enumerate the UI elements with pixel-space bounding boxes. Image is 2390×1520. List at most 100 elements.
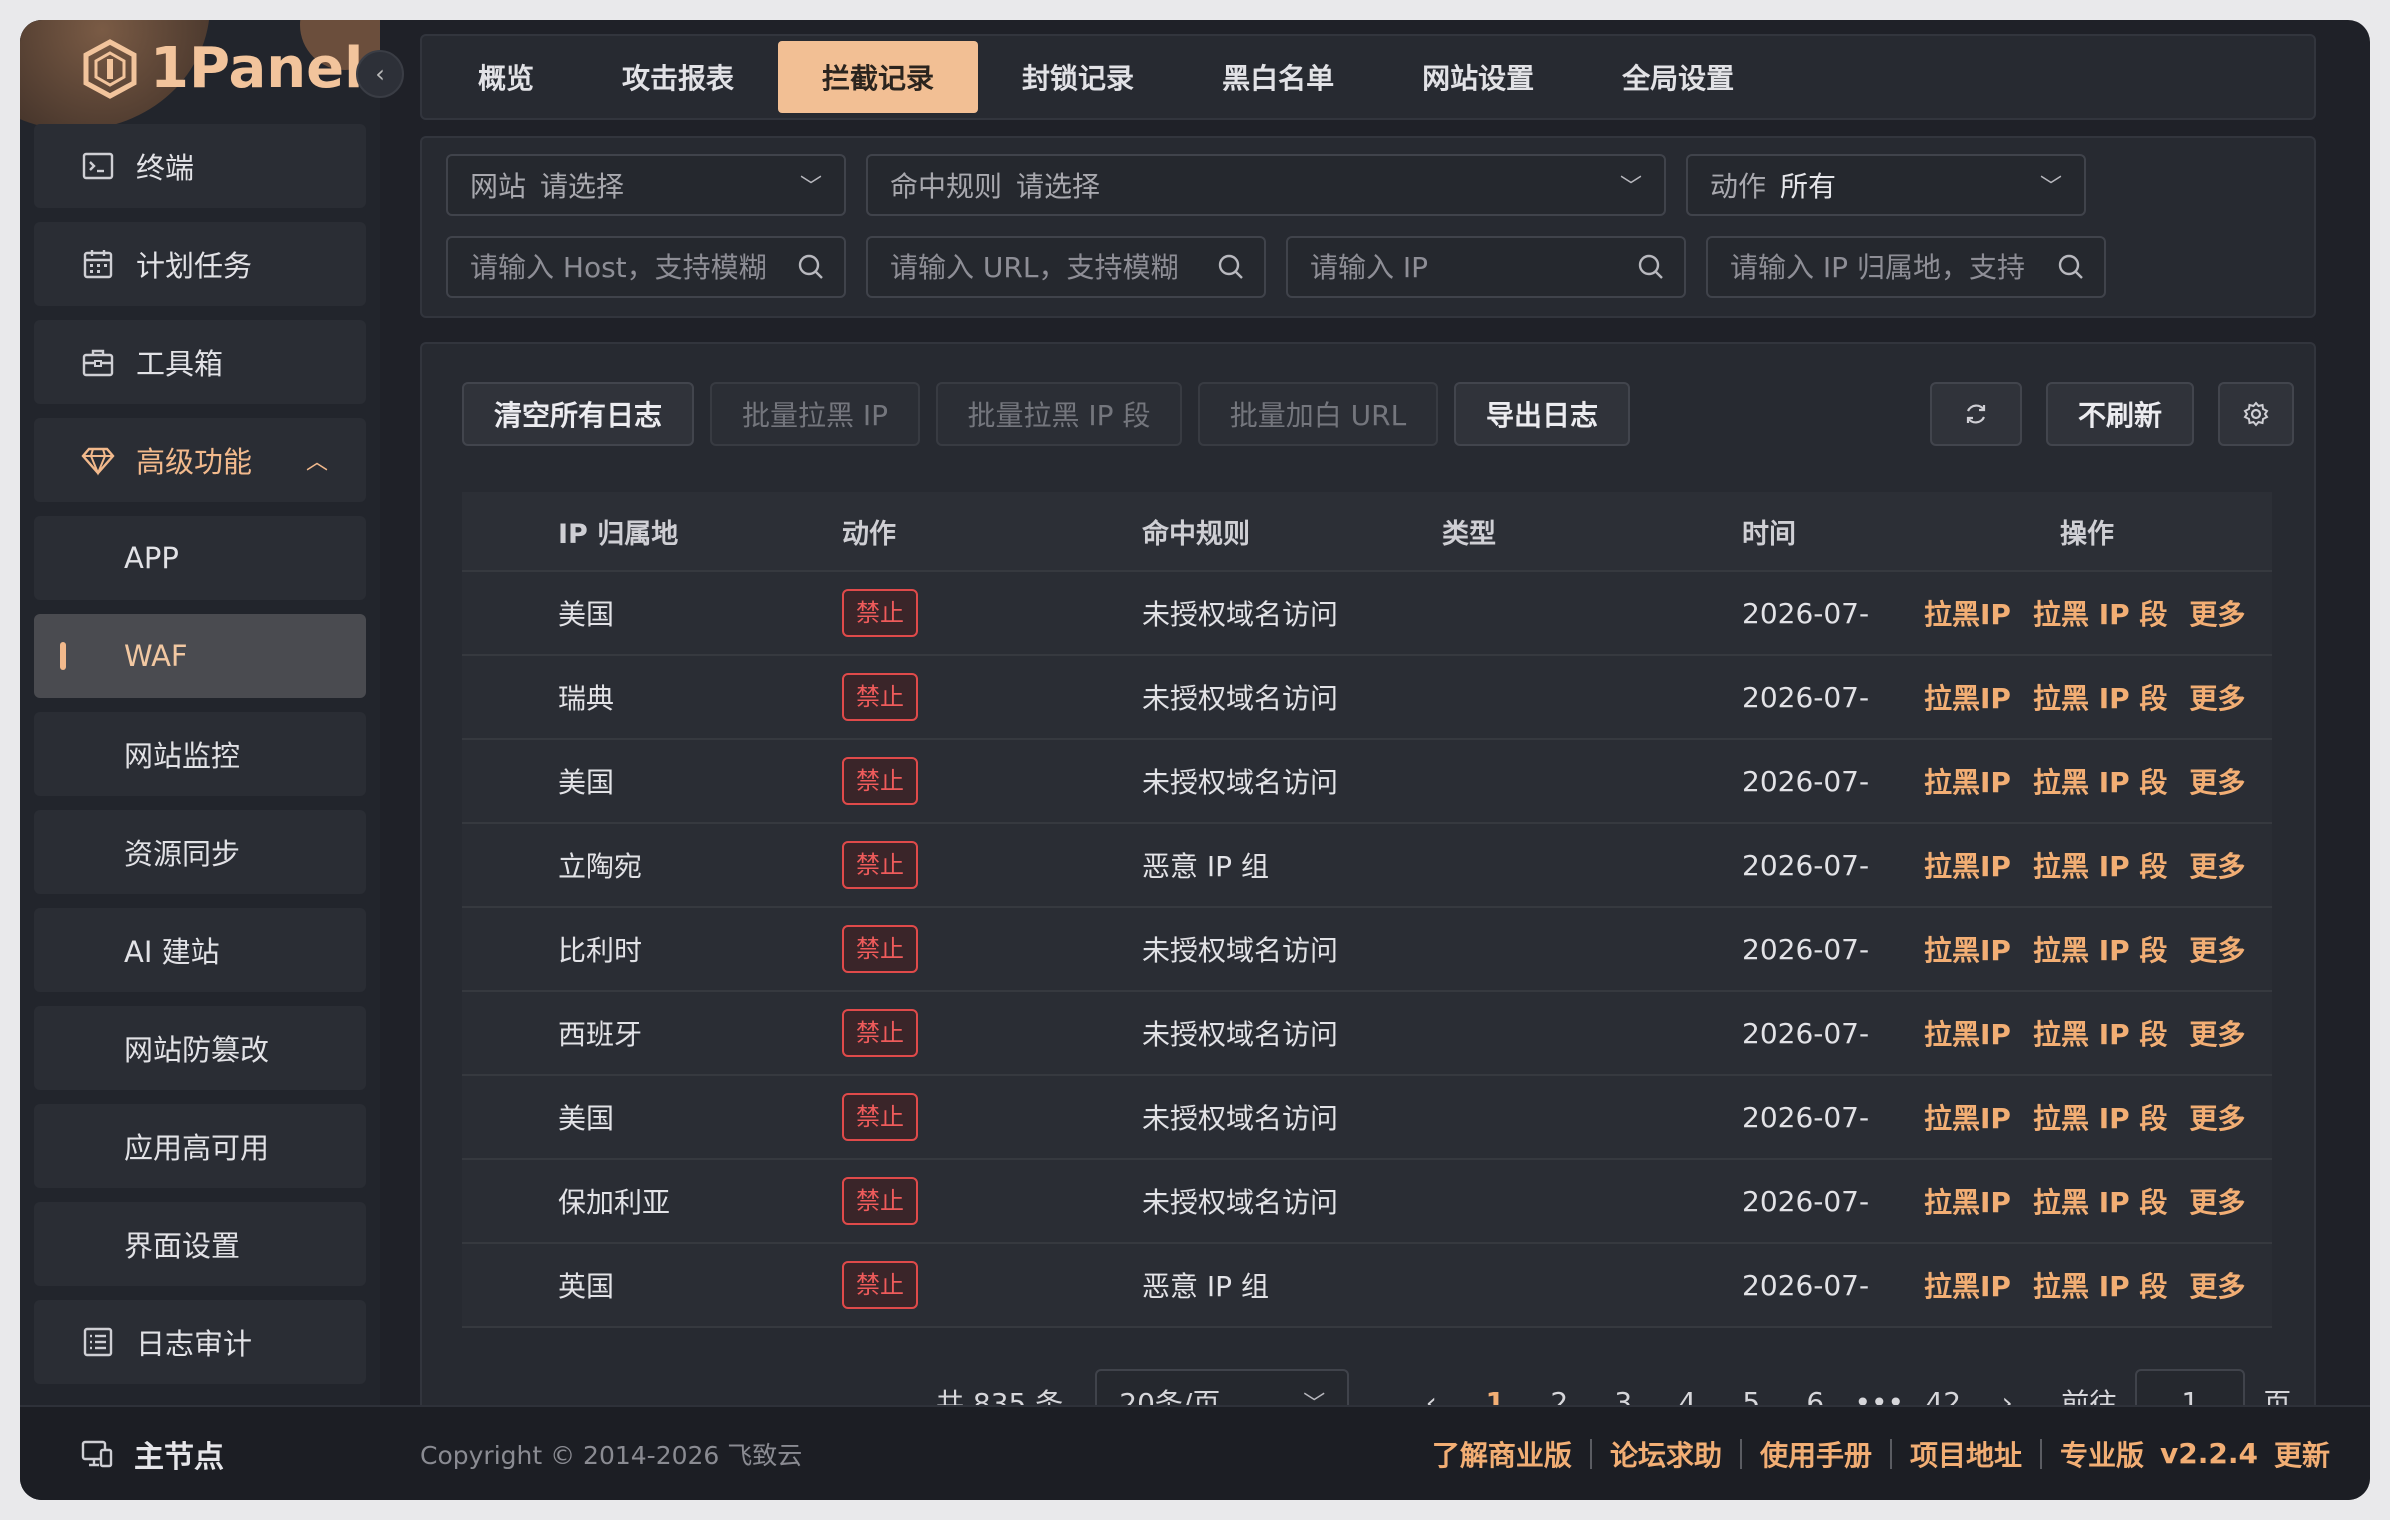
ip-search-input[interactable] [1310, 250, 1636, 284]
host-search-field[interactable] [446, 236, 846, 298]
sidebar-item-label: 界面设置 [124, 1229, 241, 1263]
tab-overview[interactable]: 概览 [434, 41, 578, 113]
ip-location-search-field[interactable] [1706, 236, 2106, 298]
tab-block-records[interactable]: 封锁记录 [978, 41, 1178, 113]
link-manual[interactable]: 使用手册 [1760, 1434, 1872, 1474]
block-ip-link[interactable]: 拉黑IP [1924, 1013, 2011, 1053]
clear-logs-button[interactable]: 清空所有日志 [462, 382, 694, 446]
sidebar-item-terminal[interactable]: 终端 [34, 124, 366, 208]
more-link[interactable]: 更多 [2189, 1181, 2245, 1221]
auto-refresh-select[interactable]: 不刷新 [2046, 382, 2194, 446]
column-header-operations: 操作 [2060, 518, 2114, 550]
rule-select[interactable]: 命中规则 请选择 ﹀ [866, 154, 1666, 216]
more-link[interactable]: 更多 [2189, 1265, 2245, 1305]
more-link[interactable]: 更多 [2189, 677, 2245, 717]
app-logo[interactable]: 1Panel [80, 36, 363, 101]
tab-global-settings[interactable]: 全局设置 [1578, 41, 1778, 113]
sidebar-item-label: 应用高可用 [124, 1131, 270, 1165]
block-ip-link[interactable]: 拉黑IP [1924, 1181, 2011, 1221]
block-ip-range-link[interactable]: 拉黑 IP 段 [2033, 845, 2167, 885]
sidebar-item-resource-sync[interactable]: 资源同步 [34, 810, 366, 894]
sidebar-item-website-monitor[interactable]: 网站监控 [34, 712, 366, 796]
search-icon[interactable] [1216, 252, 1246, 282]
sidebar-item-ai-site[interactable]: AI 建站 [34, 908, 366, 992]
chevron-up-icon: ︿ [305, 450, 328, 475]
update-link[interactable]: 更新 [2274, 1434, 2330, 1474]
url-search-field[interactable] [866, 236, 1266, 298]
column-header-time[interactable]: 时间 [1742, 512, 1902, 551]
node-switcher[interactable]: 主节点 [20, 1405, 380, 1500]
url-search-input[interactable] [890, 250, 1216, 284]
block-ip-range-link[interactable]: 拉黑 IP 段 [2033, 1265, 2167, 1305]
block-ip-range-link[interactable]: 拉黑 IP 段 [2033, 1097, 2167, 1137]
block-ip-link[interactable]: 拉黑IP [1924, 593, 2011, 633]
action-select[interactable]: 动作 所有 ﹀ [1686, 154, 2086, 216]
sidebar-item-cron[interactable]: 计划任务 [34, 222, 366, 306]
block-ip-range-link[interactable]: 拉黑 IP 段 [2033, 593, 2167, 633]
host-search-input[interactable] [470, 250, 796, 284]
column-header-rule[interactable]: 命中规则 [1142, 512, 1442, 551]
column-header-action[interactable]: 动作 [842, 512, 1142, 551]
refresh-button[interactable] [1930, 382, 2022, 446]
block-ip-link[interactable]: 拉黑IP [1924, 929, 2011, 969]
batch-block-ip-range-button[interactable]: 批量拉黑 IP 段 [936, 382, 1182, 446]
toolbox-icon [80, 344, 116, 380]
ip-search-field[interactable] [1286, 236, 1686, 298]
tab-website-settings[interactable]: 网站设置 [1378, 41, 1578, 113]
block-ip-range-link[interactable]: 拉黑 IP 段 [2033, 761, 2167, 801]
block-ip-range-link[interactable]: 拉黑 IP 段 [2033, 1181, 2167, 1221]
tab-blacklist-whitelist[interactable]: 黑白名单 [1178, 41, 1378, 113]
block-ip-range-link[interactable]: 拉黑 IP 段 [2033, 929, 2167, 969]
sidebar-item-tamper-protection[interactable]: 网站防篡改 [34, 1006, 366, 1090]
tab-intercept-records[interactable]: 拦截记录 [778, 41, 979, 113]
sidebar-item-log-audit[interactable]: 日志审计 [34, 1300, 366, 1384]
sidebar-item-toolbox[interactable]: 工具箱 [34, 320, 366, 404]
export-logs-button[interactable]: 导出日志 [1454, 382, 1630, 446]
block-ip-link[interactable]: 拉黑IP [1924, 761, 2011, 801]
more-link[interactable]: 更多 [2189, 845, 2245, 885]
website-select[interactable]: 网站 请选择 ﹀ [446, 154, 846, 216]
cell-operations: 拉黑IP 拉黑 IP 段更多 [1902, 761, 2272, 801]
more-link[interactable]: 更多 [2189, 593, 2245, 633]
more-link[interactable]: 更多 [2189, 1013, 2245, 1053]
column-settings-button[interactable] [2218, 382, 2294, 446]
link-forum[interactable]: 论坛求助 [1610, 1434, 1722, 1474]
more-link[interactable]: 更多 [2189, 1097, 2245, 1137]
more-link[interactable]: 更多 [2189, 929, 2245, 969]
app-name: 1Panel [150, 36, 364, 101]
block-ip-link[interactable]: 拉黑IP [1924, 1265, 2011, 1305]
batch-allow-url-button[interactable]: 批量加白 URL [1198, 382, 1438, 446]
sidebar-item-waf[interactable]: WAF [34, 614, 366, 698]
website-select-label: 网站 [470, 170, 527, 203]
calendar-icon [80, 246, 116, 282]
cell-rule: 恶意 IP 组 [1142, 1270, 1269, 1303]
batch-block-ip-button[interactable]: 批量拉黑 IP [710, 382, 920, 446]
sidebar-item-app[interactable]: APP [34, 516, 366, 600]
block-ip-link[interactable]: 拉黑IP [1924, 677, 2011, 717]
block-ip-link[interactable]: 拉黑IP [1924, 845, 2011, 885]
block-ip-range-link[interactable]: 拉黑 IP 段 [2033, 677, 2167, 717]
link-commercial[interactable]: 了解商业版 [1432, 1434, 1572, 1474]
search-icon[interactable] [1636, 252, 1666, 282]
footer: Copyright © 2014-2026 飞致云 了解商业版 论坛求助 使用手… [380, 1405, 2370, 1500]
search-icon[interactable] [2056, 252, 2086, 282]
cell-operations: 拉黑IP 拉黑 IP 段更多 [1902, 845, 2272, 885]
block-ip-link[interactable]: 拉黑IP [1924, 1097, 2011, 1137]
block-ip-range-link[interactable]: 拉黑 IP 段 [2033, 1013, 2167, 1053]
tab-attack-report[interactable]: 攻击报表 [578, 41, 778, 113]
edition-label[interactable]: 专业版 [2060, 1434, 2144, 1474]
cell-time: 2026-07- [1742, 1100, 1870, 1134]
column-header-type[interactable]: 类型 [1442, 512, 1742, 551]
sidebar-item-high-availability[interactable]: 应用高可用 [34, 1104, 366, 1188]
more-link[interactable]: 更多 [2189, 761, 2245, 801]
sidebar-item-interface-settings[interactable]: 界面设置 [34, 1202, 366, 1286]
sidebar-item-advanced[interactable]: 高级功能 ︿ [34, 418, 366, 502]
link-project[interactable]: 项目地址 [1910, 1434, 2022, 1474]
search-icon[interactable] [796, 252, 826, 282]
ip-location-search-input[interactable] [1730, 250, 2056, 284]
column-header-ip-location[interactable]: IP 归属地 [462, 512, 842, 551]
collapse-sidebar-button[interactable]: ‹ [356, 50, 404, 98]
status-badge: 禁止 [842, 1009, 918, 1057]
status-badge: 禁止 [842, 589, 918, 637]
cell-operations: 拉黑IP 拉黑 IP 段更多 [1902, 677, 2272, 717]
